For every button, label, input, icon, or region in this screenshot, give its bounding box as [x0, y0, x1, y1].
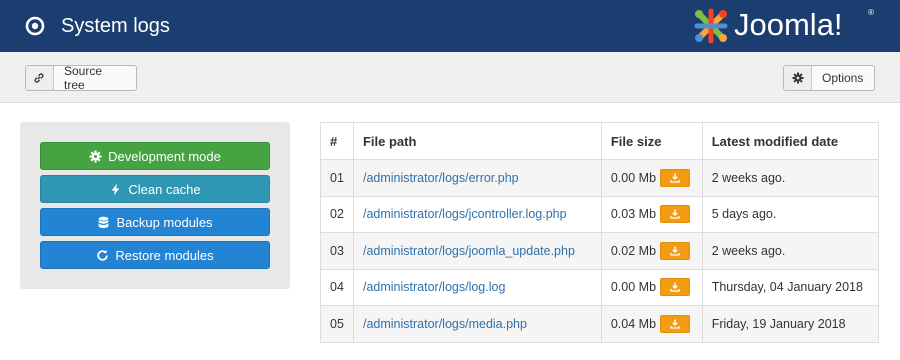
target-icon — [25, 16, 45, 36]
table-row: 05 /administrator/logs/media.php 0.04 Mb… — [320, 305, 880, 343]
restore-modules-button[interactable]: Restore modules — [40, 241, 270, 269]
column-header-file-path: File path — [352, 122, 602, 160]
refresh-icon — [97, 249, 109, 261]
modified-date: 2 weeks ago. — [701, 159, 880, 197]
download-icon — [670, 246, 680, 256]
file-path-link[interactable]: /administrator/logs/media.php — [352, 305, 602, 343]
actions-panel: Development mode Clean cache Backup modu… — [20, 122, 290, 289]
modified-date: Thursday, 04 January 2018 — [701, 268, 880, 306]
table-row: 01 /administrator/logs/error.php 0.00 Mb… — [320, 159, 880, 197]
file-size-cell: 0.00 Mb — [600, 268, 703, 306]
download-button[interactable] — [660, 241, 691, 260]
row-number: 01 — [320, 159, 354, 197]
row-number: 05 — [320, 305, 354, 343]
column-header-number: # — [320, 122, 354, 160]
header-bar: System logs Joomla! ® — [0, 0, 900, 52]
page-title: System logs — [61, 15, 170, 37]
row-number: 04 — [320, 268, 354, 306]
link-icon — [26, 66, 54, 90]
file-size: 0.03 Mb — [610, 207, 657, 222]
file-size-cell: 0.02 Mb — [600, 232, 703, 270]
file-path-link[interactable]: /administrator/logs/joomla_update.php — [352, 232, 602, 270]
options-button[interactable]: Options — [783, 65, 875, 91]
backup-modules-button[interactable]: Backup modules — [40, 208, 270, 236]
download-icon — [670, 173, 680, 183]
development-mode-label: Development mode — [108, 148, 221, 164]
row-number: 02 — [320, 195, 354, 233]
file-path-link[interactable]: /administrator/logs/error.php — [352, 159, 602, 197]
download-icon — [670, 282, 680, 292]
download-button[interactable] — [660, 168, 691, 187]
flash-icon — [112, 183, 120, 195]
row-number: 03 — [320, 232, 354, 270]
download-button[interactable] — [660, 205, 691, 224]
modified-date: 2 weeks ago. — [701, 232, 880, 270]
joomla-logo[interactable]: Joomla! ® — [692, 6, 882, 46]
modified-date: Friday, 19 January 2018 — [701, 305, 880, 343]
download-icon — [670, 319, 680, 329]
options-label: Options — [822, 71, 864, 85]
restore-modules-label: Restore modules — [115, 247, 214, 263]
source-tree-label: Source tree — [63, 65, 103, 91]
logs-table: # File path File size Latest modified da… — [320, 122, 880, 343]
joomla-logo-text: Joomla! — [734, 7, 843, 42]
development-mode-button[interactable]: Development mode — [40, 142, 270, 170]
file-size-cell: 0.04 Mb — [600, 305, 703, 343]
file-size-cell: 0.00 Mb — [600, 159, 703, 197]
file-size-cell: 0.03 Mb — [600, 195, 703, 233]
modified-date: 5 days ago. — [701, 195, 880, 233]
joomla-logo-icon — [694, 8, 728, 44]
backup-modules-label: Backup modules — [116, 214, 213, 230]
table-row: 04 /administrator/logs/log.log 0.00 Mb T… — [320, 268, 880, 306]
file-size: 0.02 Mb — [610, 243, 657, 258]
column-header-file-size: File size — [600, 122, 703, 160]
toolbar: Source tree Options — [0, 52, 900, 103]
file-size: 0.04 Mb — [610, 316, 657, 331]
registered-mark: ® — [868, 8, 874, 17]
file-size: 0.00 Mb — [610, 170, 657, 185]
source-tree-button[interactable]: Source tree — [25, 65, 137, 91]
file-size: 0.00 Mb — [610, 280, 657, 295]
download-button[interactable] — [660, 314, 691, 333]
column-header-modified-date: Latest modified date — [701, 122, 880, 160]
database-icon — [99, 216, 109, 228]
gear-icon — [784, 66, 812, 90]
gear-icon — [89, 150, 102, 162]
clean-cache-button[interactable]: Clean cache — [40, 175, 270, 203]
file-path-link[interactable]: /administrator/logs/jcontroller.log.php — [352, 195, 602, 233]
table-row: 03 /administrator/logs/joomla_update.php… — [320, 232, 880, 270]
file-path-link[interactable]: /administrator/logs/log.log — [352, 268, 602, 306]
download-button[interactable] — [660, 278, 691, 297]
table-header-row: # File path File size Latest modified da… — [320, 122, 880, 160]
clean-cache-label: Clean cache — [128, 181, 201, 197]
table-row: 02 /administrator/logs/jcontroller.log.p… — [320, 195, 880, 233]
download-icon — [670, 209, 680, 219]
